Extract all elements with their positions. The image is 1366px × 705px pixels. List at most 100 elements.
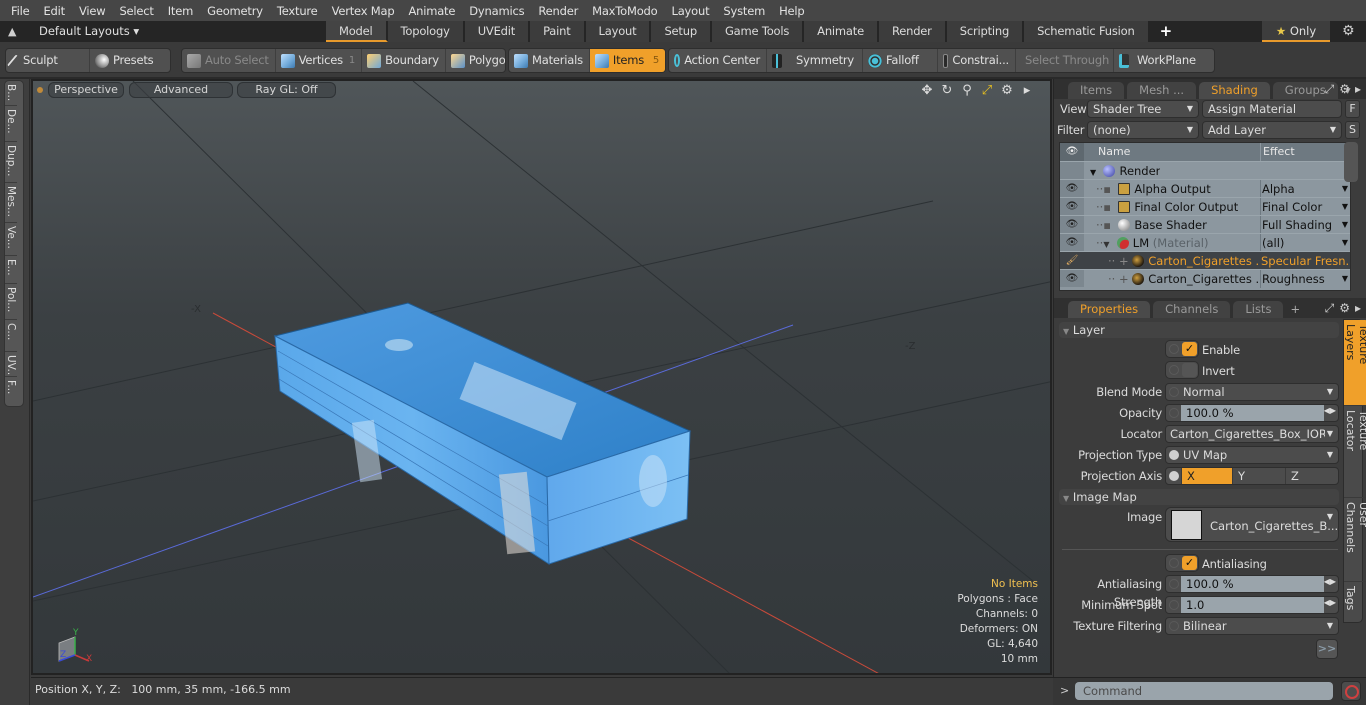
visibility-toggle[interactable] <box>1060 162 1084 179</box>
cigarette-carton-model[interactable] <box>273 302 692 565</box>
side-tab-mesh-edit[interactable]: Mes... <box>5 183 17 223</box>
viewport-gear-icon[interactable]: ⚙ <box>1000 83 1014 98</box>
tree-row-base-shader[interactable]: 👁 ··▪ Base Shader Full Shading ▼ <box>1060 215 1350 234</box>
axis-x-option[interactable]: X <box>1181 468 1232 484</box>
panel-arrow-icon[interactable]: ▸ <box>1355 82 1361 97</box>
only-favorites-button[interactable]: ★ Only <box>1262 21 1330 42</box>
side-tab-curve[interactable]: C... <box>5 320 17 352</box>
menu-system[interactable]: System <box>716 4 772 18</box>
side-tab-user-channels[interactable]: User Channels <box>1344 498 1366 582</box>
vertices-button[interactable]: Vertices 1 <box>276 49 363 72</box>
opacity-value[interactable]: 100.0 % <box>1181 405 1324 421</box>
tree-row-final-color-output[interactable]: 👁 ··▪ Final Color Output Final Color ▼ <box>1060 197 1350 216</box>
menu-dynamics[interactable]: Dynamics <box>462 4 531 18</box>
more-button[interactable]: >> <box>1316 639 1338 659</box>
materials-button[interactable]: Materials <box>509 49 590 72</box>
falloff-button[interactable]: Falloff <box>863 49 938 72</box>
tab-render[interactable]: Render <box>878 21 947 42</box>
tree-row-render[interactable]: ▼ Render <box>1060 161 1350 179</box>
side-tab-polygon[interactable]: Pol... <box>5 284 17 320</box>
projection-type-dropdown[interactable]: UV Map ▼ <box>1165 446 1339 464</box>
tree-row-material[interactable]: 👁 ··▼ LM (Material) (all) ▼ <box>1060 233 1350 252</box>
menu-edit[interactable]: Edit <box>36 4 71 18</box>
blend-mode-dropdown[interactable]: Normal ▼ <box>1165 383 1339 401</box>
tab-properties[interactable]: Properties <box>1068 301 1151 318</box>
menu-view[interactable]: View <box>72 4 113 18</box>
menu-render[interactable]: Render <box>531 4 585 18</box>
add-tab-button[interactable]: + <box>1286 301 1304 318</box>
row-effect-dropdown[interactable]: (all) ▼ <box>1260 234 1350 252</box>
tab-setup[interactable]: Setup <box>651 21 712 42</box>
f-button[interactable]: F <box>1345 100 1360 118</box>
tab-game-tools[interactable]: Game Tools <box>711 21 805 42</box>
spinner-icon[interactable]: ◀▶ <box>1324 577 1336 586</box>
shader-tree-scrollbar[interactable] <box>1344 142 1358 182</box>
raygl-button[interactable]: Ray GL: Off <box>237 82 336 98</box>
tree-row-image-layer-selected[interactable]: 🖌 ·· + Carton_Cigarettes ... Specular Fr… <box>1060 251 1350 269</box>
texture-filtering-dropdown[interactable]: Bilinear ▼ <box>1165 617 1339 635</box>
view-mode-button[interactable]: Perspective <box>48 82 124 98</box>
tab-lists[interactable]: Lists <box>1233 301 1284 318</box>
tab-model[interactable]: Model <box>326 21 388 42</box>
eye-icon[interactable]: 👁 <box>1060 216 1084 233</box>
side-tab-duplicate[interactable]: Dup... <box>5 142 17 183</box>
tab-mesh[interactable]: Mesh ... <box>1127 82 1197 99</box>
invert-checkbox[interactable] <box>1165 361 1199 379</box>
tree-row-image-layer[interactable]: 👁 ·· + Carton_Cigarettes ... Roughness ▼ <box>1060 269 1350 288</box>
row-effect-dropdown[interactable]: Specular Fresn... <box>1260 252 1350 270</box>
auto-select-button[interactable]: Auto Select <box>182 49 276 72</box>
row-effect-dropdown[interactable]: Alpha ▼ <box>1260 180 1350 198</box>
tab-schematic-fusion[interactable]: Schematic Fusion <box>1024 21 1150 42</box>
command-input[interactable]: Command <box>1075 682 1333 700</box>
shading-mode-button[interactable]: Advanced <box>129 82 233 98</box>
antialiasing-checkbox[interactable]: ✓ <box>1165 554 1199 572</box>
constraints-button[interactable]: Constrai... <box>938 49 1016 72</box>
min-spot-value[interactable]: 1.0 <box>1181 597 1324 613</box>
action-center-button[interactable]: Action Center <box>669 49 767 72</box>
eye-icon[interactable]: 👁 <box>1060 234 1084 251</box>
view-dropdown[interactable]: Shader Tree ▼ <box>1087 100 1199 118</box>
menu-geometry[interactable]: Geometry <box>200 4 270 18</box>
collapse-up-icon[interactable]: ▲ <box>8 25 20 38</box>
maximize-icon[interactable]: ⤢ <box>980 83 994 98</box>
presets-button[interactable]: Presets <box>90 49 159 72</box>
effect-column-header[interactable]: Effect <box>1260 143 1295 161</box>
axis-y-option[interactable]: Y <box>1232 468 1285 484</box>
side-tab-uv[interactable]: UV... <box>5 352 17 377</box>
side-tab-edge[interactable]: E... <box>5 256 17 284</box>
menu-select[interactable]: Select <box>112 4 160 18</box>
paint-brush-icon[interactable]: 🖌 <box>1060 252 1084 269</box>
axis-z-option[interactable]: Z <box>1285 468 1338 484</box>
spinner-icon[interactable]: ◀▶ <box>1324 406 1336 415</box>
min-spot-field[interactable]: 1.0 ◀▶ <box>1165 596 1339 614</box>
polygons-button[interactable]: Polygons <box>446 49 505 72</box>
items-button[interactable]: Items 5 <box>589 49 665 72</box>
row-effect-dropdown[interactable]: Roughness ▼ <box>1260 270 1350 288</box>
side-tab-texture-layers[interactable]: Texture Layers <box>1344 320 1366 406</box>
tab-topology[interactable]: Topology <box>387 21 465 42</box>
locator-dropdown[interactable]: Carton_Cigarettes_Box_IOR ... ▼ <box>1165 425 1339 443</box>
tab-scripting[interactable]: Scripting <box>946 21 1025 42</box>
side-tab-tags[interactable]: Tags <box>1344 582 1357 622</box>
menu-item[interactable]: Item <box>161 4 200 18</box>
tab-items[interactable]: Items <box>1068 82 1125 99</box>
s-button[interactable]: S <box>1345 121 1360 139</box>
image-selector[interactable]: Carton_Cigarettes_B... ▼ <box>1165 507 1339 542</box>
tab-channels[interactable]: Channels <box>1153 301 1231 318</box>
default-layouts-dropdown[interactable]: Default Layouts ▾ <box>39 24 139 38</box>
side-tab-fusion[interactable]: F... <box>5 377 17 406</box>
layer-section-header[interactable]: ▼ Layer <box>1059 322 1339 338</box>
row-effect-dropdown[interactable]: Final Color ▼ <box>1260 198 1350 216</box>
menu-vertex-map[interactable]: Vertex Map <box>325 4 402 18</box>
enable-checkbox[interactable]: ✓ <box>1165 340 1199 358</box>
viewport-indicator-dot[interactable] <box>37 87 43 93</box>
pan-icon[interactable]: ✥ <box>920 83 934 98</box>
tab-animate[interactable]: Animate <box>804 21 879 42</box>
3d-viewport[interactable]: -X -Z Y X Z Perspective Advanced Ray GL:… <box>31 79 1052 675</box>
side-tab-deform[interactable]: De... <box>5 106 17 142</box>
panel-arrow-icon[interactable]: ▸ <box>1355 301 1361 316</box>
eye-icon[interactable]: 👁 <box>1060 198 1084 215</box>
image-map-section-header[interactable]: ▼ Image Map <box>1059 489 1339 505</box>
tab-paint[interactable]: Paint <box>530 21 586 42</box>
rotate-icon[interactable]: ↻ <box>940 83 954 98</box>
